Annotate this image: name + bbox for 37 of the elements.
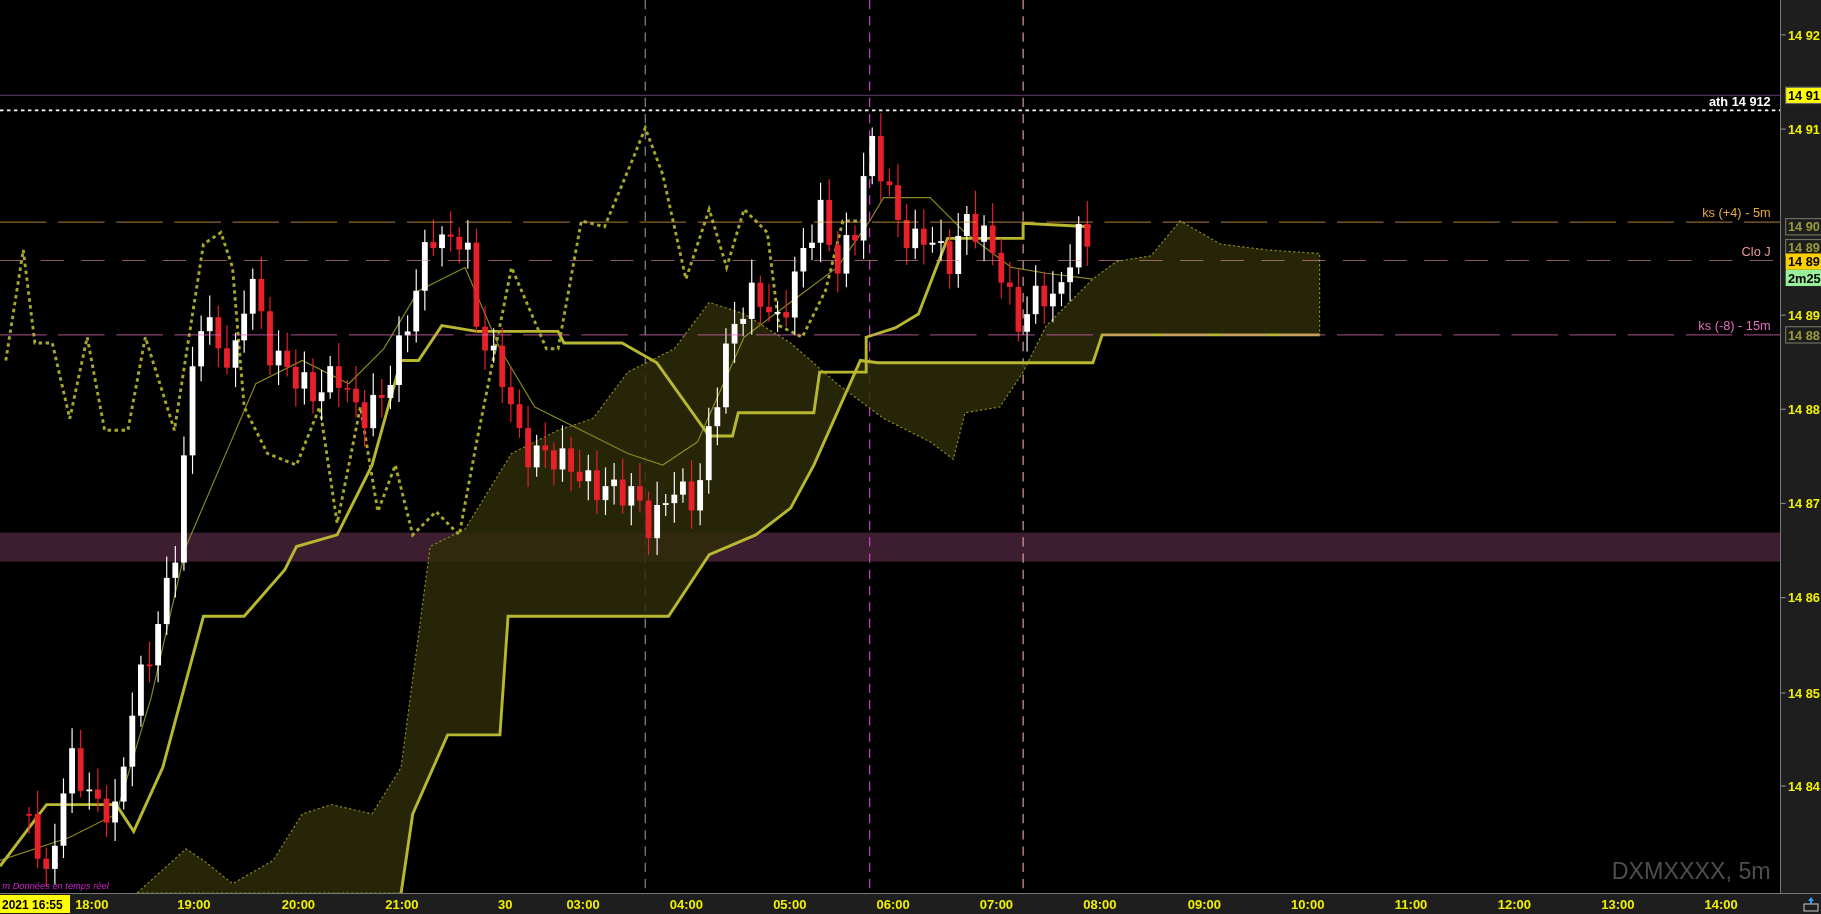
price-tick-label: 14 88 [1780,401,1820,417]
time-tick-label: 20:00 [281,897,316,912]
time-tick-label: 03:00 [566,897,600,912]
price-tick-label: 14 89 [1780,307,1820,323]
price-marker: 14 88 [1785,326,1821,344]
current-time-label: 2021 16:55 [2,898,63,912]
price-tick-label: 14 87 [1780,496,1820,512]
price-tick-label: 14 92 [1780,27,1820,43]
price-tick-label: 14 86 [1780,590,1820,606]
time-tick-label: 06:00 [876,897,910,912]
toolbar-icon[interactable] [1803,896,1819,912]
price-marker: 14 91 [1785,86,1821,105]
level-line-label: ks (+4) - 5m [1702,205,1771,221]
price-tick-label: 14 91 [1780,121,1820,137]
time-tick-label: 18:00 [75,897,109,912]
price-tick-label: 14 85 [1780,685,1820,701]
price-marker: 14 89 [1785,253,1821,270]
time-tick-label: 10:00 [1291,897,1325,912]
time-tick-label: 04:00 [669,897,703,912]
time-tick-label: 19:00 [177,897,211,912]
level-line-label: Clo J [1741,243,1771,259]
symbol-label: DXMXXXX, 5m [1611,858,1771,885]
time-tick-label: 07:00 [979,897,1014,912]
time-tick-label: 12:00 [1497,897,1532,912]
time-tick-label: 13:00 [1601,897,1635,912]
level-line-label: ath 14 912 [1708,93,1771,109]
status-text: m Données en temps réel [2,881,109,892]
price-tick-label: 14 84 [1780,778,1820,794]
time-tick-label: 09:00 [1187,897,1221,912]
time-tick-label: 11:00 [1394,897,1428,912]
time-tick-label: 14:00 [1704,897,1738,912]
time-tick-label: 21:00 [385,897,419,912]
time-tick-label: 30 [497,897,513,912]
time-tick-label: 05:00 [773,897,807,912]
time-tick-label: 08:00 [1083,897,1117,912]
level-line-label: ks (-8) - 15m [1698,318,1771,334]
price-marker: 14 90 [1785,218,1821,236]
